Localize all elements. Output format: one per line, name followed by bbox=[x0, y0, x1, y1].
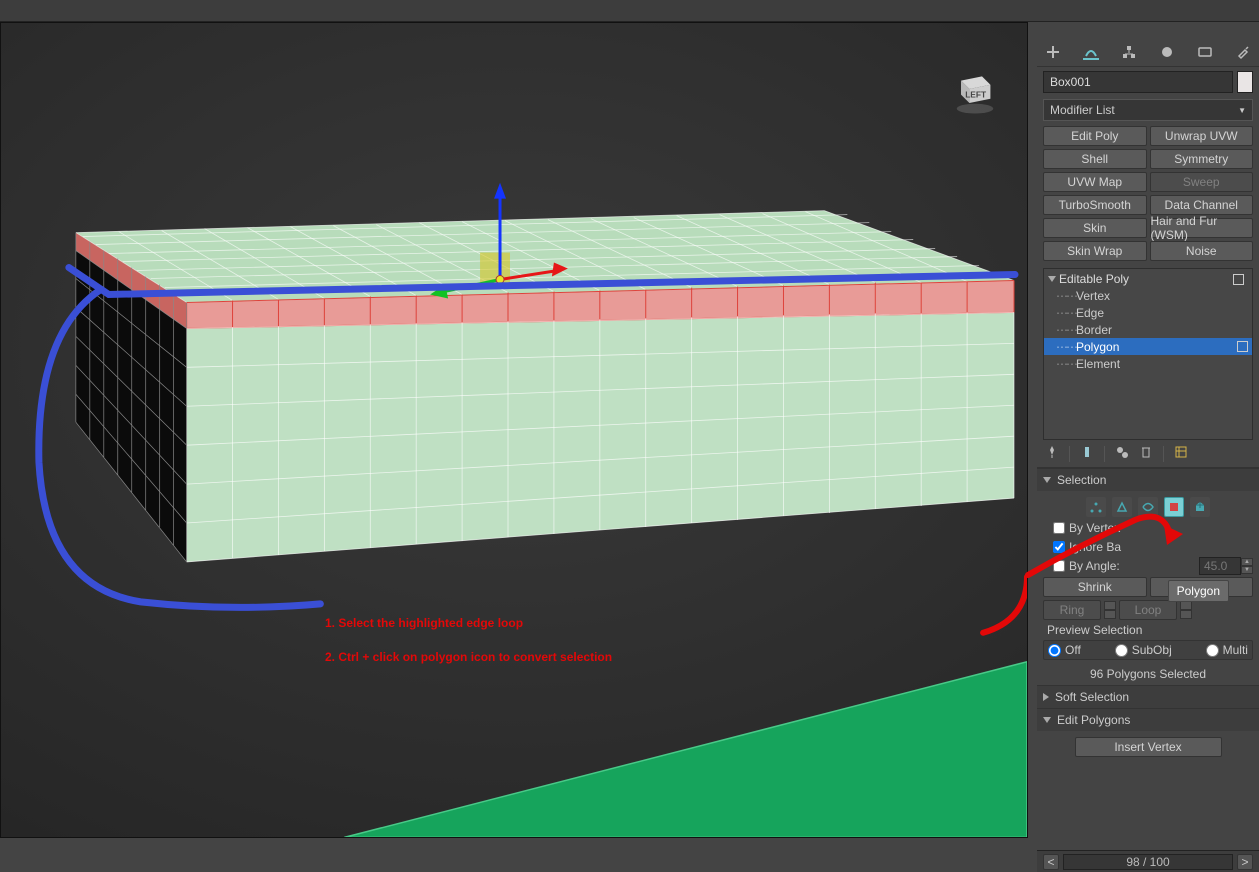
utilities-tab-icon[interactable] bbox=[1235, 44, 1251, 60]
modifier-list-dropdown[interactable]: Modifier List▼ bbox=[1043, 99, 1253, 121]
scroll-prev-button[interactable]: < bbox=[1043, 854, 1059, 870]
preview-subobj-label: SubObj bbox=[1132, 643, 1172, 657]
stack-subobj-toggle[interactable] bbox=[1237, 341, 1248, 352]
viewcube-face-label: LEFT bbox=[965, 89, 987, 99]
modifier-button-noise[interactable]: Noise bbox=[1150, 241, 1254, 261]
by-angle-spin-up[interactable]: ▲ bbox=[1241, 558, 1253, 566]
ring-spin-down[interactable] bbox=[1104, 610, 1116, 619]
rollout-selection-header[interactable]: Selection bbox=[1037, 469, 1259, 491]
ignore-backfacing-checkbox[interactable] bbox=[1053, 541, 1065, 553]
command-panel: Modifier List▼ Edit PolyUnwrap UVWShellS… bbox=[1037, 38, 1259, 872]
remove-modifier-icon[interactable] bbox=[1139, 445, 1153, 462]
loop-button[interactable]: Loop bbox=[1119, 600, 1177, 620]
by-angle-field[interactable] bbox=[1199, 557, 1241, 575]
shrink-button[interactable]: Shrink bbox=[1043, 577, 1147, 597]
insert-vertex-button[interactable]: Insert Vertex bbox=[1075, 737, 1222, 757]
preview-multi-label: Multi bbox=[1223, 643, 1248, 657]
by-vertex-label: By Vertex bbox=[1069, 521, 1120, 535]
modifier-button-symmetry[interactable]: Symmetry bbox=[1150, 149, 1254, 169]
selection-vertex-icon[interactable] bbox=[1086, 497, 1106, 517]
object-color-swatch[interactable] bbox=[1237, 71, 1253, 93]
modifier-button-shell[interactable]: Shell bbox=[1043, 149, 1147, 169]
chevron-down-icon bbox=[1043, 717, 1051, 723]
by-vertex-checkbox[interactable] bbox=[1053, 522, 1065, 534]
modifier-button-turbosmooth[interactable]: TurboSmooth bbox=[1043, 195, 1147, 215]
loop-spin-up[interactable] bbox=[1180, 601, 1192, 610]
stack-show-result-icon[interactable] bbox=[1233, 274, 1244, 285]
command-panel-tabs bbox=[1037, 38, 1259, 67]
rollout-edit-polygons-title: Edit Polygons bbox=[1057, 713, 1130, 727]
selection-polygon-icon[interactable] bbox=[1164, 497, 1184, 517]
box-front-face-lower bbox=[187, 312, 1014, 562]
rollout-soft-selection-header[interactable]: Soft Selection bbox=[1037, 686, 1259, 708]
selection-edge-icon[interactable] bbox=[1112, 497, 1132, 517]
stack-subobj-element[interactable]: ⋯⋯ Element bbox=[1044, 355, 1252, 372]
stack-subobj-border[interactable]: ⋯⋯ Border bbox=[1044, 321, 1252, 338]
rollout-selection-title: Selection bbox=[1057, 473, 1106, 487]
rollout-edit-polygons-header[interactable]: Edit Polygons bbox=[1037, 709, 1259, 731]
by-angle-spin-down[interactable]: ▼ bbox=[1241, 566, 1253, 574]
modify-tab-icon[interactable] bbox=[1083, 44, 1099, 60]
modifier-button-edit-poly[interactable]: Edit Poly bbox=[1043, 126, 1147, 146]
stack-subobj-polygon[interactable]: ⋯⋯ Polygon bbox=[1044, 338, 1252, 355]
modifier-button-data-channel[interactable]: Data Channel bbox=[1150, 195, 1254, 215]
modifier-buttons-grid: Edit PolyUnwrap UVWShellSymmetryUVW MapS… bbox=[1037, 123, 1259, 264]
configure-modifier-sets-icon[interactable] bbox=[1174, 445, 1188, 462]
rollout-soft-selection-title: Soft Selection bbox=[1055, 690, 1129, 704]
modifier-button-skin-wrap[interactable]: Skin Wrap bbox=[1043, 241, 1147, 261]
preview-multi-radio[interactable] bbox=[1206, 644, 1219, 657]
selection-border-icon[interactable] bbox=[1138, 497, 1158, 517]
rollout-page-indicator: 98 / 100 bbox=[1063, 854, 1233, 870]
stack-modifier-header[interactable]: Editable Poly bbox=[1044, 271, 1252, 287]
preview-off-label: Off bbox=[1065, 643, 1081, 657]
modifier-button-hair-fur[interactable]: Hair and Fur (WSM) bbox=[1150, 218, 1254, 238]
stack-expand-icon[interactable] bbox=[1048, 276, 1056, 282]
stack-toolbar bbox=[1037, 440, 1259, 468]
preview-subobj-radio[interactable] bbox=[1115, 644, 1128, 657]
stack-subobj-vertex[interactable]: ⋯⋯ Vertex bbox=[1044, 287, 1252, 304]
show-end-result-icon[interactable] bbox=[1080, 445, 1094, 462]
annotation-text: 1. Select the highlighted edge loop 2. C… bbox=[325, 603, 612, 671]
pin-stack-icon[interactable] bbox=[1045, 445, 1059, 462]
by-angle-label: By Angle: bbox=[1069, 559, 1120, 573]
scene-canvas bbox=[1, 23, 1027, 837]
grow-button[interactable]: Grow bbox=[1150, 577, 1254, 597]
hierarchy-tab-icon[interactable] bbox=[1121, 44, 1137, 60]
create-tab-icon[interactable] bbox=[1045, 44, 1061, 60]
ignore-backfacing-label: Ignore Ba bbox=[1069, 540, 1121, 554]
object-name-input[interactable] bbox=[1043, 71, 1233, 93]
modifier-button-sweep[interactable]: Sweep bbox=[1150, 172, 1254, 192]
viewport[interactable]: LEFT 1. Select the highlighted edge loop… bbox=[0, 22, 1028, 838]
preview-off-radio[interactable] bbox=[1048, 644, 1061, 657]
ground-plane bbox=[344, 662, 1027, 838]
motion-tab-icon[interactable] bbox=[1159, 44, 1175, 60]
by-angle-checkbox[interactable] bbox=[1053, 560, 1065, 572]
ring-spin-up[interactable] bbox=[1104, 601, 1116, 610]
selection-count-label: 96 Polygons Selected bbox=[1043, 663, 1253, 681]
viewcube[interactable]: LEFT bbox=[947, 61, 1003, 117]
loop-spin-down[interactable] bbox=[1180, 610, 1192, 619]
rollout-scrollbar: < 98 / 100 > bbox=[1037, 850, 1259, 872]
display-tab-icon[interactable] bbox=[1197, 44, 1213, 60]
modifier-button-uvw-map[interactable]: UVW Map bbox=[1043, 172, 1147, 192]
chevron-down-icon bbox=[1043, 477, 1051, 483]
chevron-right-icon bbox=[1043, 693, 1049, 701]
stack-subobj-edge[interactable]: ⋯⋯ Edge bbox=[1044, 304, 1252, 321]
selection-element-icon[interactable] bbox=[1190, 497, 1210, 517]
modifier-stack[interactable]: Editable Poly ⋯⋯ Vertex⋯⋯ Edge⋯⋯ Border⋯… bbox=[1043, 268, 1253, 440]
make-unique-icon[interactable] bbox=[1115, 445, 1129, 462]
preview-selection-label: Preview Selection bbox=[1043, 623, 1253, 637]
top-toolbar-fragment bbox=[0, 0, 1259, 22]
modifier-button-unwrap-uvw[interactable]: Unwrap UVW bbox=[1150, 126, 1254, 146]
annotation-red-arrow bbox=[983, 577, 1027, 633]
modifier-button-skin[interactable]: Skin bbox=[1043, 218, 1147, 238]
ring-button[interactable]: Ring bbox=[1043, 600, 1101, 620]
scroll-next-button[interactable]: > bbox=[1237, 854, 1253, 870]
